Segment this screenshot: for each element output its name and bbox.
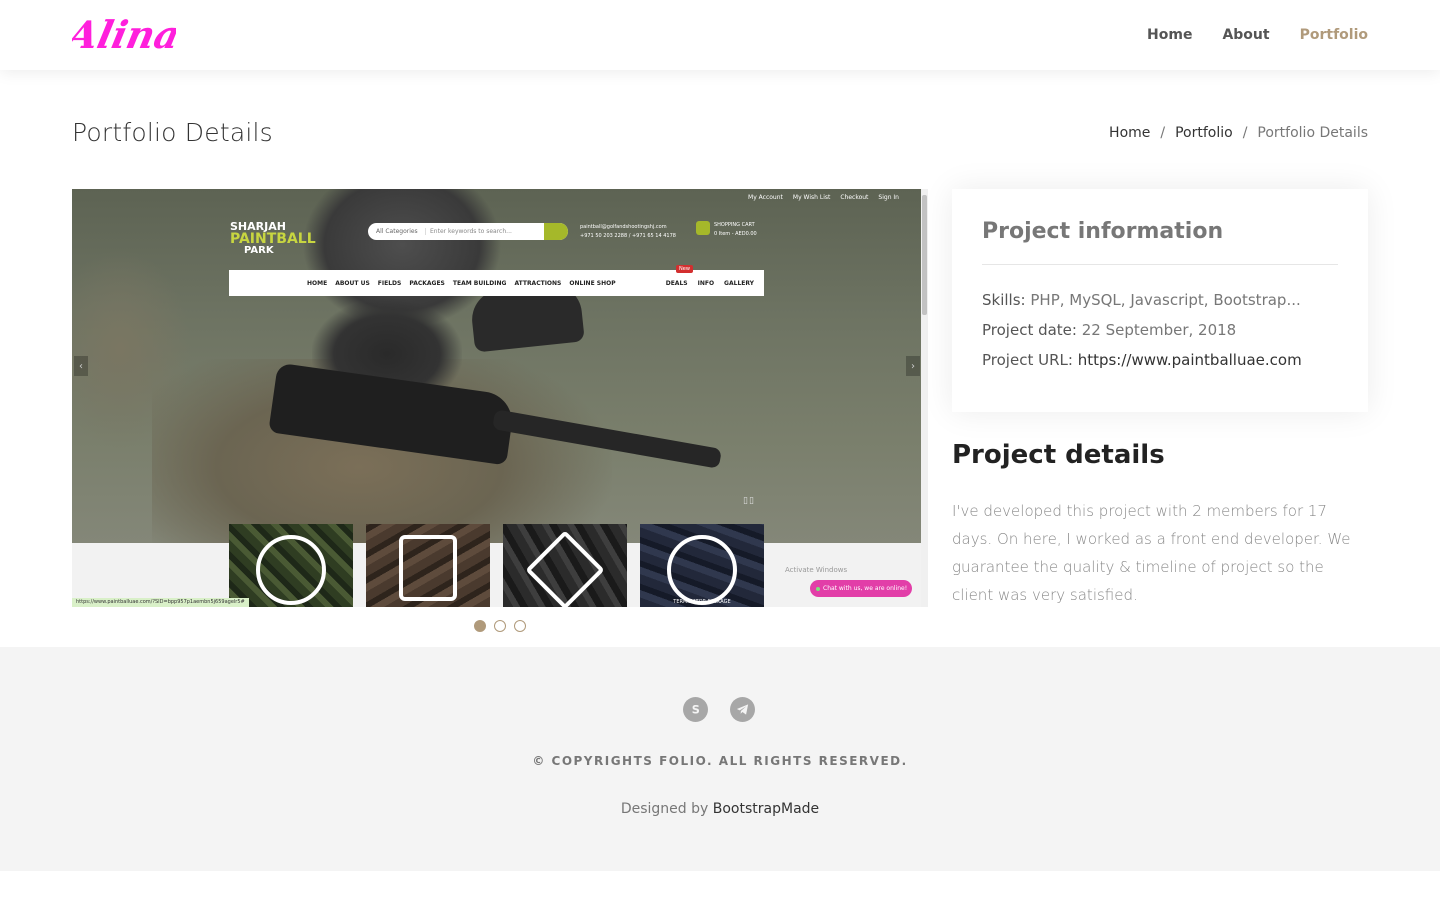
project-info-title: Project information (982, 219, 1338, 265)
screenshot-activate-windows: Activate Windows (785, 566, 848, 574)
screenshot-brand-logo: SHARJAH PAINTBALL PARK (230, 221, 316, 257)
skype-icon[interactable]: S (683, 697, 708, 722)
screenshot-menu-item: ONLINE SHOP (569, 279, 616, 287)
project-details-title: Project details (952, 440, 1165, 470)
screenshot-topbar-item: Sign In (878, 193, 899, 201)
project-url: Project URL: https://www.paintballuae.co… (982, 345, 1338, 375)
screenshot-package-tile (503, 524, 627, 607)
screenshot-package-tile (229, 524, 353, 607)
terminator-badge-icon (667, 535, 737, 605)
soldier-badge-icon (399, 535, 457, 601)
screenshot-prev-arrow-icon: ‹ (74, 356, 88, 376)
screenshot-menu-item: TEAM BUILDING (452, 279, 507, 287)
screenshot-search-bar: All Categories Enter keywords to search.… (368, 223, 568, 240)
main-nav: Home About Portfolio (1147, 0, 1368, 70)
date-label: Project date: (982, 321, 1077, 339)
screenshot-cart-title: SHOPPING CART (714, 222, 755, 228)
screenshot-brand-line: PAINTBALL (230, 231, 316, 247)
url-label: Project URL: (982, 351, 1073, 369)
logo-text: Alina (72, 13, 176, 58)
screenshot-menu-item: ATTRACTIONS (514, 279, 562, 287)
project-url-link[interactable]: https://www.paintballuae.com (1078, 351, 1302, 369)
screenshot-new-badge: New (676, 265, 693, 273)
nav-portfolio[interactable]: Portfolio (1300, 27, 1368, 43)
screenshot-menu: HOME ABOUT US FIELDS PACKAGES TEAM BUILD… (229, 270, 764, 296)
screenshot-topbar-item: My Account (748, 193, 783, 201)
skills-value: PHP, MySQL, Javascript, Bootstrap... (1030, 291, 1301, 309)
nav-about[interactable]: About (1222, 27, 1269, 43)
screenshot-topbar: My Account My Wish List Checkout Sign In (72, 189, 921, 205)
logo-wordmark: Alina (61, 13, 184, 58)
designed-by-prefix: Designed by (620, 801, 713, 817)
logo[interactable]: Alina (61, 10, 184, 58)
screenshot-topbar-item: My Wish List (792, 193, 831, 201)
breadcrumb-home[interactable]: Home (1109, 125, 1150, 141)
sniper-badge-icon (525, 530, 605, 607)
telegram-icon[interactable] (730, 697, 755, 722)
svg-text:S: S (692, 703, 700, 716)
page-title: Portfolio Details (72, 118, 273, 147)
screenshot-tile-label: TERMINATOR PACKAGE (673, 599, 731, 605)
screenshot-search-icon (544, 223, 568, 240)
designer-link[interactable]: BootstrapMade (713, 801, 819, 817)
crosshair-icon (256, 535, 326, 605)
screenshot-menu-item: GALLERY (724, 279, 754, 287)
screenshot-scroll-thumb (922, 195, 927, 315)
screenshot-menu-item: HOME (307, 279, 328, 287)
social-links: S (683, 697, 755, 722)
screenshot-brand-line: PARK (244, 245, 274, 256)
slider-dot[interactable] (474, 620, 486, 632)
breadcrumb-portfolio[interactable]: Portfolio (1175, 125, 1233, 141)
screenshot-next-arrow-icon: › (906, 356, 920, 376)
project-skills: Skills: PHP, MySQL, Javascript, Bootstra… (982, 285, 1338, 315)
project-info-list: Skills: PHP, MySQL, Javascript, Bootstra… (982, 285, 1338, 375)
breadcrumb: Home / Portfolio / Portfolio Details (1109, 125, 1368, 141)
project-details-text: I've developed this project with 2 membe… (952, 502, 1351, 604)
site-header: Alina Home About Portfolio (0, 0, 1440, 70)
portfolio-slider[interactable]: My Account My Wish List Checkout Sign In… (72, 189, 928, 607)
screenshot-contact: paintball@golfandshootingshj.com +971 50… (580, 223, 676, 241)
screenshot-search-category: All Categories (368, 228, 426, 235)
screenshot-search-placeholder: Enter keywords to search... (430, 228, 512, 235)
screenshot-status-url: https://www.paintballuae.com/?SID=bpp957… (72, 598, 249, 607)
slider-dot[interactable] (494, 620, 506, 632)
screenshot-pause-icon: ▯▯ (743, 496, 755, 506)
screenshot-package-tile: TERMINATOR PACKAGE (640, 524, 764, 607)
screenshot-email: paintball@golfandshootingshj.com (580, 224, 667, 230)
nav-home[interactable]: Home (1147, 27, 1192, 43)
online-dot-icon (816, 586, 820, 591)
screenshot-menu-item: FIELDS (377, 279, 402, 287)
project-info-card: Project information Skills: PHP, MySQL, … (952, 189, 1368, 412)
breadcrumb-current: Portfolio Details (1257, 125, 1368, 141)
screenshot-topbar-item: Checkout (840, 193, 869, 201)
slider-pagination (474, 620, 526, 632)
screenshot-chat-label: Chat with us, we are online! (823, 585, 908, 592)
cart-icon (696, 221, 710, 235)
screenshot-menu-item: DEALS (665, 279, 688, 287)
screenshot-menu-item: INFO (697, 279, 715, 287)
screenshot-phone: +971 50 203 2288 / +971 65 14 4178 (580, 233, 676, 239)
designed-by: Designed by BootstrapMade (0, 801, 1440, 817)
screenshot-chat-widget: Chat with us, we are online! (810, 580, 912, 597)
slider-dot[interactable] (514, 620, 526, 632)
copyright-text: © COPYRIGHTS FOLIO. ALL RIGHTS RESERVED. (532, 754, 908, 768)
date-value: 22 September, 2018 (1081, 321, 1237, 339)
skills-label: Skills: (982, 291, 1026, 309)
site-footer: S © COPYRIGHTS FOLIO. ALL RIGHTS RESERVE… (0, 647, 1440, 871)
screenshot-package-tile (366, 524, 490, 607)
project-date: Project date: 22 September, 2018 (982, 315, 1338, 345)
screenshot-menu-item: PACKAGES (409, 279, 445, 287)
screenshot-cart-total: 0 Item - AED0.00 (714, 231, 757, 237)
screenshot-menu-item: ABOUT US (335, 279, 370, 287)
screenshot-scrollbar (921, 189, 928, 607)
screenshot-cart: SHOPPING CART 0 Item - AED0.00 (696, 221, 757, 239)
breadcrumb-separator: / (1242, 125, 1248, 141)
breadcrumb-separator: / (1160, 125, 1166, 141)
